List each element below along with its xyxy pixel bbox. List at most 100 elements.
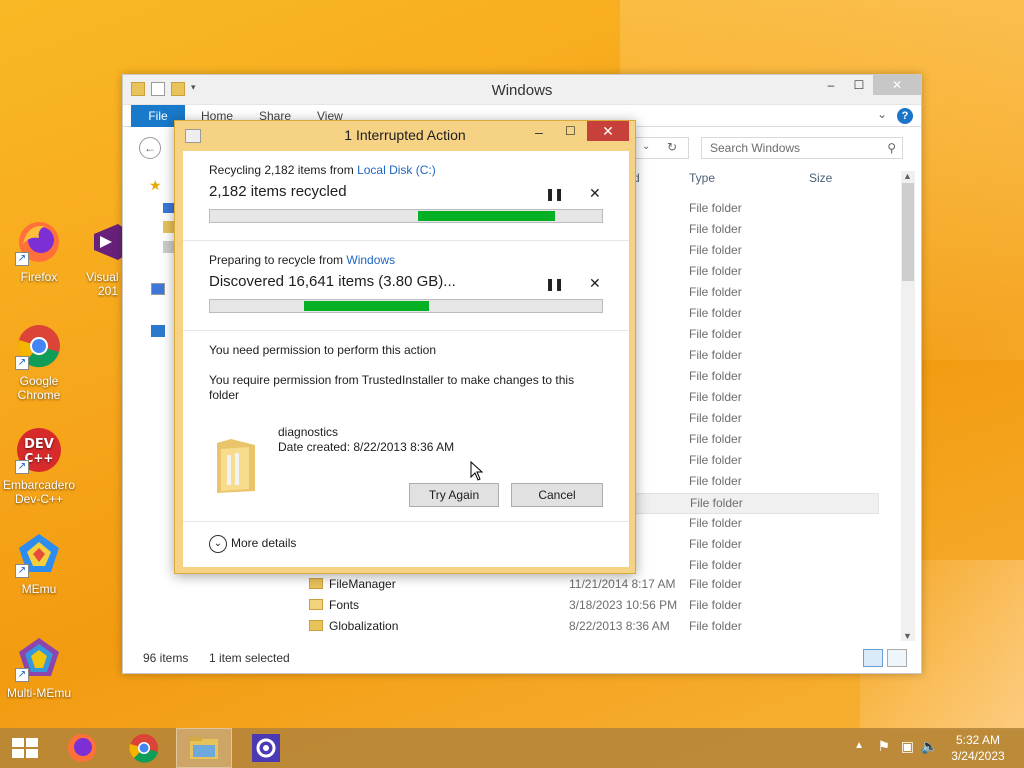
file-type: File folder <box>689 453 742 467</box>
address-bar[interactable]: ⌄ <box>635 137 689 159</box>
file-explorer-icon <box>190 737 218 759</box>
details-view-icon[interactable] <box>863 649 883 667</box>
flag-icon[interactable]: ⚑ <box>877 738 890 755</box>
desktop-icon-memu[interactable]: ↗ MEmu <box>3 530 75 596</box>
operation-source-text: Preparing to recycle from Windows <box>209 253 395 267</box>
dialog-maximize-button[interactable]: ☐ <box>565 124 576 138</box>
list-item[interactable]: Fonts 3/18/2023 10:56 PM File folder <box>305 596 883 617</box>
file-type: File folder <box>689 306 742 320</box>
search-icon: ⚲ <box>887 141 896 155</box>
taskbar-settings[interactable] <box>238 728 294 768</box>
column-header-size[interactable]: Size <box>809 171 832 193</box>
file-type: File folder <box>689 411 742 425</box>
cancel-button[interactable]: Cancel <box>511 483 603 507</box>
list-item[interactable]: Globalization 8/22/2013 8:36 AM File fol… <box>305 617 883 638</box>
list-item[interactable]: FileManager 11/21/2014 8:17 AM File fold… <box>305 575 883 596</box>
item-name: diagnostics <box>278 425 339 439</box>
file-date: 3/18/2023 10:56 PM <box>569 598 678 612</box>
stop-icon[interactable]: ✕ <box>589 275 601 292</box>
refresh-icon[interactable]: ↻ <box>667 140 677 154</box>
file-type: File folder <box>689 348 742 362</box>
selection-count: 1 item selected <box>209 651 290 665</box>
more-details-toggle[interactable]: ⌄ More details <box>209 535 296 553</box>
file-date: 11/21/2014 8:17 AM <box>569 577 676 591</box>
devcpp-icon: DEV C++ ↗ <box>15 426 63 474</box>
dialog-close-button[interactable]: ✕ <box>587 121 629 141</box>
file-name: Fonts <box>329 598 360 612</box>
file-type: File folder <box>689 222 742 236</box>
dialog-body: Recycling 2,182 items from Local Disk (C… <box>183 151 629 567</box>
desktop-icon-label: Google Chrome <box>17 374 61 402</box>
ribbon-expand-icon[interactable]: ⌄ <box>877 107 887 121</box>
windows-logo-icon <box>12 738 38 758</box>
chrome-icon <box>129 734 158 763</box>
nav-network-icon[interactable] <box>151 325 165 337</box>
search-input[interactable]: Search Windows ⚲ <box>701 137 903 159</box>
shortcut-arrow-icon: ↗ <box>15 460 29 474</box>
file-type: File folder <box>689 598 742 612</box>
pause-icon[interactable]: ❚❚ <box>545 187 564 201</box>
source-link[interactable]: Windows <box>346 253 395 267</box>
operation-prefix: Recycling 2,182 items from <box>209 163 358 177</box>
pause-icon[interactable]: ❚❚ <box>545 277 564 291</box>
explorer-title: Windows <box>491 82 553 99</box>
file-type: File folder <box>689 285 742 299</box>
nav-favorites-star-icon[interactable]: ★ <box>149 177 162 194</box>
clock[interactable]: 5:32 AM 3/24/2023 <box>948 732 1008 764</box>
vertical-scrollbar[interactable]: ▲ ▼ <box>901 171 915 641</box>
source-link[interactable]: Local Disk (C:) <box>357 163 436 177</box>
stop-icon[interactable]: ✕ <box>589 185 601 202</box>
taskbar-chrome[interactable] <box>116 728 172 768</box>
taskbar-firefox[interactable] <box>54 728 110 768</box>
maximize-button[interactable]: ☐ <box>845 75 873 95</box>
svg-text:DEV: DEV <box>24 437 54 452</box>
operation-headline: Discovered 16,641 items (3.80 GB)... <box>209 273 456 290</box>
operation-preparing: Preparing to recycle from Windows Discov… <box>183 241 629 331</box>
file-type: File folder <box>689 558 742 572</box>
desktop-icon-chrome[interactable]: ↗ Google Chrome <box>3 322 75 402</box>
back-button[interactable]: ← <box>139 137 161 159</box>
desktop-icon-label: Multi-MEmu <box>6 686 71 700</box>
minimize-button[interactable]: ‒ <box>817 75 845 95</box>
clock-date: 3/24/2023 <box>951 749 1005 763</box>
chevron-down-icon[interactable]: ⌄ <box>642 141 650 152</box>
scrollbar-thumb[interactable] <box>902 183 914 281</box>
try-again-button[interactable]: Try Again <box>409 483 499 507</box>
firefox-icon <box>68 734 96 762</box>
desktop-icon-multi-memu[interactable]: ↗ Multi-MEmu <box>3 634 75 700</box>
shortcut-arrow-icon: ↗ <box>15 356 29 370</box>
desktop-icon-label: Embarcadero Dev-C++ <box>3 478 76 506</box>
operation-prefix: Preparing to recycle from <box>209 253 347 267</box>
desktop-icon-firefox[interactable]: ↗ Firefox <box>3 218 75 284</box>
start-button[interactable] <box>0 728 56 768</box>
scroll-down-icon[interactable]: ▼ <box>903 631 912 641</box>
volume-muted-icon[interactable]: 🔈 <box>921 738 938 755</box>
operation-source-text: Recycling 2,182 items from Local Disk (C… <box>209 163 436 177</box>
desktop-icon-devcpp[interactable]: DEV C++ ↗ Embarcadero Dev-C++ <box>3 426 75 506</box>
scroll-up-icon[interactable]: ▲ <box>903 171 912 181</box>
show-hidden-icons-icon[interactable]: ▲ <box>854 740 864 751</box>
divider <box>183 521 629 522</box>
desktop-icon-label: MEmu <box>21 582 57 596</box>
file-type: File folder <box>689 432 742 446</box>
explorer-titlebar: ▾ Windows ‒ ☐ ✕ <box>123 75 921 105</box>
file-type: File folder <box>689 619 742 633</box>
operation-recycling: Recycling 2,182 items from Local Disk (C… <box>183 151 629 241</box>
close-button[interactable]: ✕ <box>873 75 921 95</box>
mouse-cursor <box>470 460 484 484</box>
interrupted-action-dialog: 1 Interrupted Action ‒ ☐ ✕ Recycling 2,1… <box>174 120 636 574</box>
nav-this-pc-icon[interactable] <box>151 283 165 295</box>
column-header-type[interactable]: Type <box>689 171 715 193</box>
large-icons-view-icon[interactable] <box>887 649 907 667</box>
permission-heading: You need permission to perform this acti… <box>209 343 437 357</box>
multi-memu-icon: ↗ <box>15 634 63 682</box>
file-type: File folder <box>689 577 742 591</box>
file-type: File folder <box>689 390 742 404</box>
permission-message: You require permission from TrustedInsta… <box>209 373 575 402</box>
dialog-minimize-button[interactable]: ‒ <box>535 124 543 140</box>
operation-headline: 2,182 items recycled <box>209 183 347 200</box>
file-type: File folder <box>689 369 742 383</box>
help-icon[interactable]: ? <box>897 108 913 124</box>
network-icon[interactable]: ▣ <box>901 738 914 755</box>
taskbar-file-explorer[interactable] <box>176 728 232 768</box>
